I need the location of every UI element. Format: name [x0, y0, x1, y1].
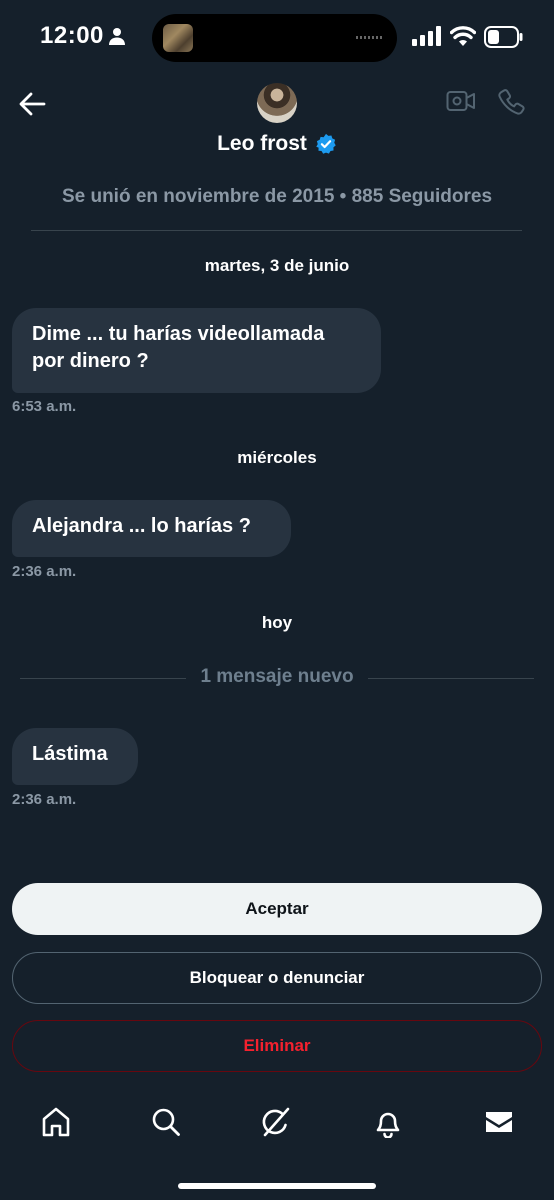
home-icon[interactable]	[41, 1106, 71, 1138]
messages-icon[interactable]	[484, 1106, 514, 1138]
battery-icon	[484, 26, 523, 48]
delete-button[interactable]: Eliminar	[12, 1020, 542, 1072]
profile-header[interactable]: Leo frost	[0, 132, 554, 156]
avatar[interactable]	[257, 83, 297, 123]
block-report-button[interactable]: Bloquear o denunciar	[12, 952, 542, 1004]
message-text-line: por dinero ?	[32, 350, 149, 372]
divider	[31, 230, 522, 231]
message-bubble[interactable]: Alejandra ... lo harías ?	[12, 500, 291, 557]
message-text-line: Dime ... tu harías videollamada	[32, 323, 325, 345]
date-separator: martes, 3 de junio	[204, 256, 350, 275]
profile-joined-info: Se unió en noviembre de 2015 • 885 Segui…	[61, 186, 493, 207]
profile-name: Leo frost	[217, 132, 307, 155]
video-call-icon[interactable]	[446, 89, 476, 113]
message-bubble[interactable]: Dime ... tu harías videollamada por dine…	[12, 308, 381, 393]
signal-icon	[412, 26, 441, 46]
message-timestamp: 2:36 a.m.	[12, 791, 77, 808]
search-icon[interactable]	[151, 1106, 181, 1138]
message-text-line: Alejandra ... lo harías ?	[32, 515, 251, 537]
media-thumbnail	[163, 24, 193, 52]
message-text-line: Lástima	[32, 743, 108, 765]
audio-wave-icon	[356, 36, 384, 39]
message-timestamp: 2:36 a.m.	[12, 563, 77, 580]
accept-button[interactable]: Aceptar	[12, 883, 542, 935]
person-icon	[109, 28, 125, 45]
status-time: 12:00	[40, 22, 104, 49]
message-timestamp: 6:53 a.m.	[12, 398, 77, 415]
new-messages-label: 1 mensaje nuevo	[0, 666, 554, 688]
verified-badge-icon	[316, 133, 336, 154]
message-bubble[interactable]: Lástima	[12, 728, 138, 785]
date-separator: miércoles	[237, 448, 317, 467]
phone-call-icon[interactable]	[498, 88, 526, 116]
grok-icon[interactable]	[261, 1106, 291, 1138]
wifi-icon	[450, 26, 476, 46]
date-separator: hoy	[261, 613, 293, 632]
notifications-icon[interactable]	[373, 1106, 403, 1138]
back-button[interactable]	[14, 86, 50, 122]
home-indicator	[178, 1183, 376, 1189]
